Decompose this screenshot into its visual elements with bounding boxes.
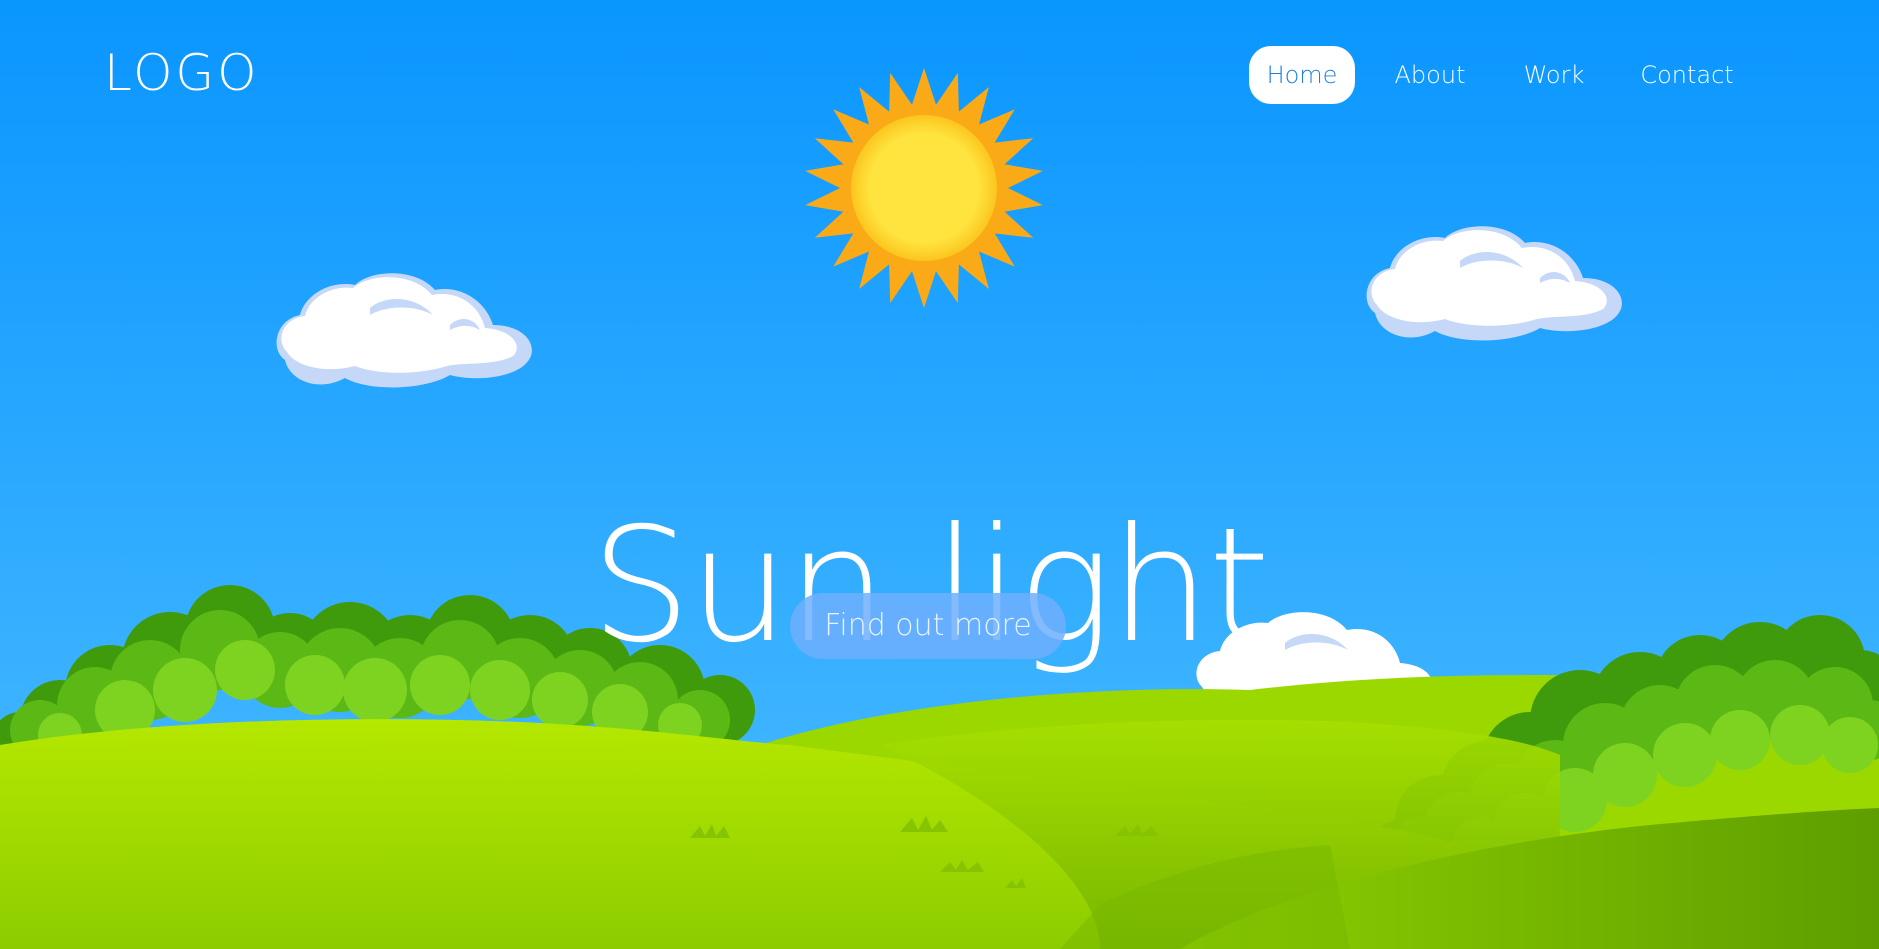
find-out-more-button[interactable]: Find out more (790, 593, 1066, 659)
landscape-illustration (0, 0, 1879, 949)
main-nav: Home About Work Contact (0, 46, 1879, 104)
nav-item-contact[interactable]: Contact (1628, 46, 1746, 104)
nav-item-about[interactable]: About (1380, 46, 1480, 104)
nav-item-home[interactable]: Home (1249, 46, 1355, 104)
nav-item-work[interactable]: Work (1510, 46, 1598, 104)
